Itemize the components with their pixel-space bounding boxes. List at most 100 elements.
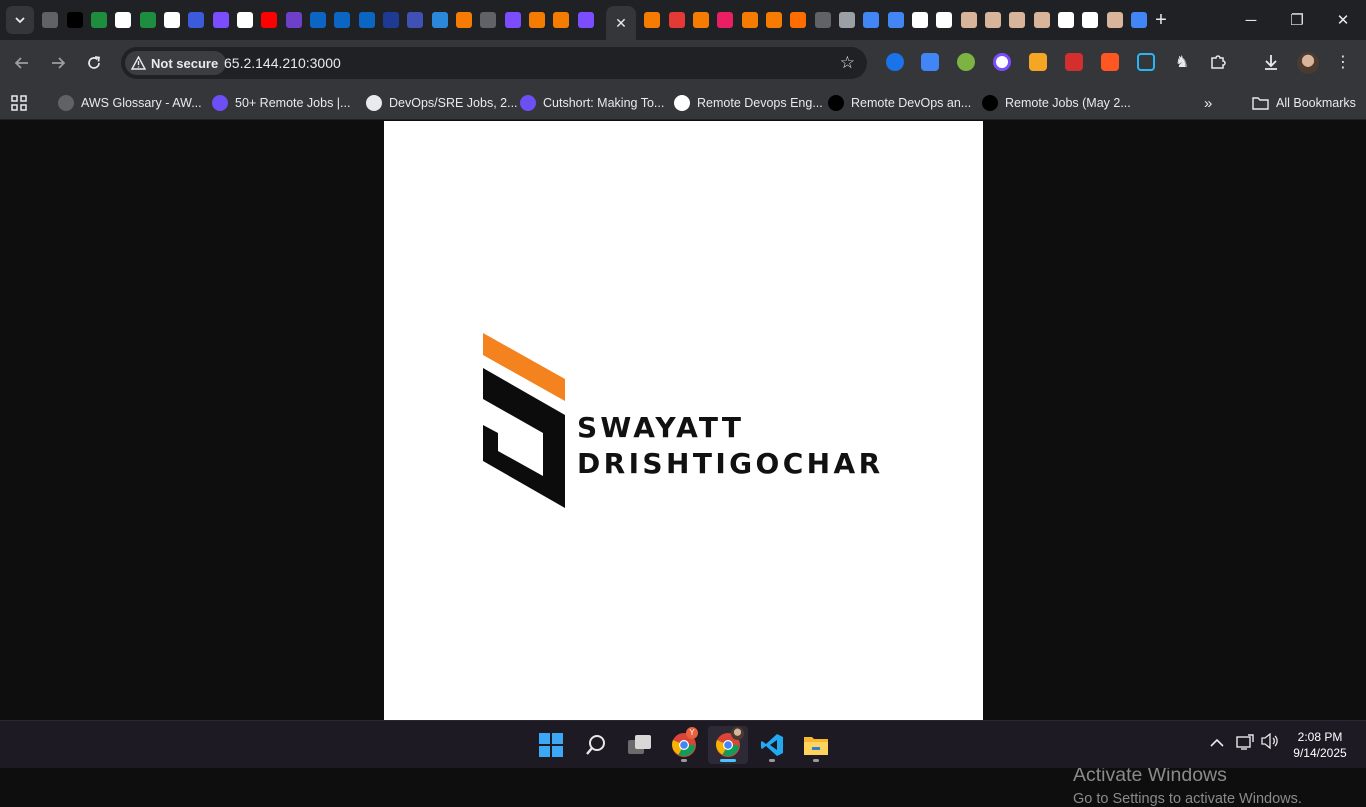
tab-favicon[interactable] xyxy=(574,8,598,32)
tab-favicon[interactable] xyxy=(762,8,786,32)
tab-favicon[interactable] xyxy=(281,8,305,32)
tab-favicon[interactable] xyxy=(525,8,549,32)
bookmark-favicon-icon xyxy=(58,95,74,111)
tab-favicon[interactable] xyxy=(257,8,281,32)
address-bar[interactable]: Not secure 65.2.144.210:3000 ☆ xyxy=(121,47,867,79)
tab-favicon[interactable] xyxy=(956,8,980,32)
tab-favicon[interactable] xyxy=(233,8,257,32)
tab-favicon[interactable] xyxy=(1005,8,1029,32)
tab-favicon[interactable] xyxy=(38,8,62,32)
tab-favicon[interactable] xyxy=(160,8,184,32)
tab-favicon[interactable] xyxy=(835,8,859,32)
capture-extension-icon[interactable] xyxy=(1137,53,1155,71)
tab-favicon[interactable] xyxy=(883,8,907,32)
tab-favicon[interactable] xyxy=(330,8,354,32)
idea-extension-icon[interactable] xyxy=(957,53,975,71)
tab-favicon[interactable] xyxy=(208,8,232,32)
forward-button[interactable] xyxy=(44,49,72,77)
color-extension-icon[interactable] xyxy=(993,53,1011,71)
search-button[interactable] xyxy=(576,726,616,764)
puppet-extension-icon[interactable]: ♞ xyxy=(1171,51,1193,73)
tab-close-icon[interactable]: ✕ xyxy=(615,15,627,32)
bookmark-item[interactable]: Remote Devops Eng... xyxy=(674,92,823,114)
tab-favicon[interactable] xyxy=(1127,8,1151,32)
tab-favicon[interactable] xyxy=(476,8,500,32)
tab-favicon[interactable] xyxy=(1103,8,1127,32)
tray-overflow-chevron-icon[interactable] xyxy=(1210,735,1224,752)
bookmark-star-icon[interactable]: ☆ xyxy=(840,53,855,73)
box-extension-icon[interactable] xyxy=(1029,53,1047,71)
more-bookmarks-chevron-icon[interactable]: » xyxy=(1204,92,1212,114)
tab-favicon[interactable] xyxy=(1078,8,1102,32)
volume-icon[interactable] xyxy=(1261,732,1279,753)
file-explorer-taskbar-icon[interactable] xyxy=(796,726,836,764)
tab-favicon[interactable] xyxy=(737,8,761,32)
start-button[interactable] xyxy=(531,726,571,764)
tab-favicon[interactable] xyxy=(810,8,834,32)
tab-favicon[interactable] xyxy=(549,8,573,32)
site-favicon-icon xyxy=(407,12,424,28)
tab-favicon[interactable] xyxy=(713,8,737,32)
site-favicon-icon xyxy=(644,12,661,28)
tab-favicon[interactable] xyxy=(354,8,378,32)
tab-favicon[interactable] xyxy=(111,8,135,32)
tab-favicon[interactable] xyxy=(786,8,810,32)
system-clock[interactable]: 2:08 PM 9/14/2025 xyxy=(1290,729,1350,761)
tab-favicon[interactable] xyxy=(664,8,688,32)
tab-favicon[interactable] xyxy=(1054,8,1078,32)
tab-favicon[interactable] xyxy=(403,8,427,32)
tab-favicon[interactable] xyxy=(184,8,208,32)
tab-favicon[interactable] xyxy=(379,8,403,32)
tab-search-button[interactable] xyxy=(6,6,34,34)
translate-extension-icon[interactable] xyxy=(921,53,939,71)
tab-favicon[interactable] xyxy=(452,8,476,32)
download-icon[interactable] xyxy=(1260,51,1282,73)
extension-icon[interactable] xyxy=(886,53,904,71)
chevron-down-icon xyxy=(15,17,25,24)
bookmark-item[interactable]: 50+ Remote Jobs |... xyxy=(212,92,350,114)
tab-favicon[interactable] xyxy=(135,8,159,32)
active-tab[interactable]: ✕ xyxy=(606,6,636,40)
task-view-icon xyxy=(628,735,651,754)
slides-extension-icon[interactable] xyxy=(1101,53,1119,71)
close-window-button[interactable]: ✕ xyxy=(1320,0,1366,40)
reload-button[interactable] xyxy=(80,49,108,77)
bookmark-item[interactable]: Remote Jobs (May 2... xyxy=(982,92,1131,114)
tab-favicon[interactable] xyxy=(908,8,932,32)
tab-favicon[interactable] xyxy=(689,8,713,32)
brand-name-line2: DRISHTIGOCHAR xyxy=(577,447,884,480)
profile-avatar[interactable] xyxy=(1297,52,1319,74)
bookmark-item[interactable]: Cutshort: Making To... xyxy=(520,92,664,114)
task-view-button[interactable] xyxy=(620,726,660,764)
bookmark-item[interactable]: AWS Glossary - AW... xyxy=(58,92,202,114)
vscode-taskbar-icon[interactable] xyxy=(752,726,792,764)
red-extension-icon[interactable] xyxy=(1065,53,1083,71)
bookmark-item[interactable]: DevOps/SRE Jobs, 2... xyxy=(366,92,518,114)
tab-favicon[interactable] xyxy=(501,8,525,32)
tab-favicon[interactable] xyxy=(932,8,956,32)
security-chip[interactable]: Not secure xyxy=(125,51,227,75)
tab-favicon[interactable] xyxy=(306,8,330,32)
tab-favicon[interactable] xyxy=(1030,8,1054,32)
back-button[interactable] xyxy=(8,49,36,77)
site-favicon-icon xyxy=(936,12,953,28)
tab-favicon[interactable] xyxy=(981,8,1005,32)
tab-favicon[interactable] xyxy=(640,8,664,32)
bookmark-item[interactable]: Remote DevOps an... xyxy=(828,92,971,114)
chrome-taskbar-icon[interactable]: Y xyxy=(664,726,704,764)
tab-favicon[interactable] xyxy=(428,8,452,32)
minimize-button[interactable]: ─ xyxy=(1228,0,1274,40)
new-tab-button[interactable]: + xyxy=(1150,9,1172,31)
all-bookmarks-folder[interactable]: All Bookmarks xyxy=(1252,92,1356,114)
tab-favicon[interactable] xyxy=(62,8,86,32)
apps-grid-icon[interactable] xyxy=(10,92,28,114)
chrome-profile-taskbar-icon[interactable] xyxy=(708,726,748,764)
tab-favicon[interactable] xyxy=(87,8,111,32)
puzzle-icon[interactable] xyxy=(1207,51,1229,73)
restore-button[interactable]: ❐ xyxy=(1274,0,1320,40)
url-text[interactable]: 65.2.144.210:3000 xyxy=(224,55,341,71)
active-indicator xyxy=(720,759,736,762)
menu-kebab-icon[interactable]: ⋮ xyxy=(1332,51,1354,73)
network-icon[interactable] xyxy=(1236,734,1254,754)
tab-favicon[interactable] xyxy=(859,8,883,32)
